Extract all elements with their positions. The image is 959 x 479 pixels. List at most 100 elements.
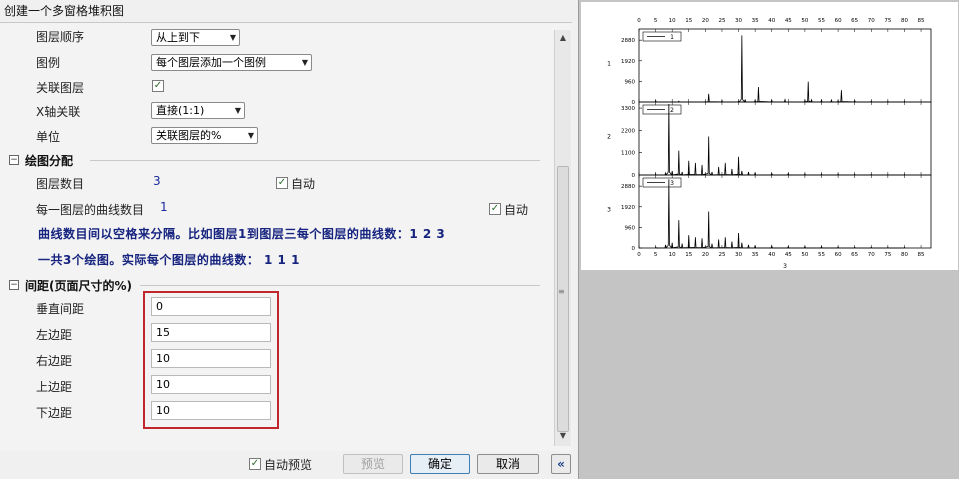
layer-order-value: 从上到下 <box>156 31 200 44</box>
curve-count-value[interactable]: 1 <box>160 200 168 214</box>
x-tick-label-bottom: 85 <box>918 252 925 258</box>
scrollbar-thumb[interactable] <box>557 166 569 432</box>
scroll-up-icon[interactable]: ▲ <box>557 32 569 44</box>
x-axis-label: 3 <box>783 263 787 270</box>
unit-label: 单位 <box>36 130 61 144</box>
layer-count-auto-label: 自动 <box>291 177 316 191</box>
x-tick-label-bottom: 30 <box>735 252 742 258</box>
y-tick-label: 1920 <box>621 205 635 211</box>
y-axis-label: 3 <box>607 207 611 214</box>
ok-button[interactable]: 确定 <box>410 454 470 474</box>
x-tick-label-top: 85 <box>918 18 925 24</box>
x-tick-label-top: 15 <box>685 18 692 24</box>
y-tick-label: 0 <box>632 246 636 252</box>
plot-frame <box>638 174 932 249</box>
x-tick-label-bottom: 55 <box>818 252 825 258</box>
right-margin-label: 右边距 <box>36 354 73 368</box>
y-tick-label: 2880 <box>621 38 635 44</box>
x-tick-label-top: 70 <box>868 18 875 24</box>
bottom-margin-label: 下边距 <box>36 406 73 420</box>
series-line <box>655 35 906 103</box>
unit-value: 关联图层的% <box>156 129 222 142</box>
grip-icon: ≡ <box>558 287 565 296</box>
x-tick-label-top: 25 <box>718 18 725 24</box>
x-tick-label-top: 35 <box>752 18 759 24</box>
stacked-chart: 109601920288010 5 10 15 20 25 30 35 40 45 50 55 60 65… <box>607 18 932 270</box>
x-tick-label-top: 50 <box>801 18 808 24</box>
collapse-icon[interactable]: − <box>9 280 19 290</box>
x-tick-label-top: 45 <box>785 18 792 24</box>
legend-value: 每个图层添加一个图例 <box>156 56 266 69</box>
curve-count-note: 曲线数目间以空格来分隔。比如图层1到图层三每个图层的曲线数：1 2 3 <box>38 227 446 241</box>
layer-count-value[interactable]: 3 <box>153 174 161 188</box>
preview-button[interactable]: 预览 <box>343 454 403 474</box>
y-tick-label: 0 <box>632 173 636 179</box>
series-line <box>655 179 906 249</box>
legend-label: 3 <box>670 180 674 187</box>
link-layers-checkbox[interactable]: ✓ <box>152 80 164 92</box>
scroll-down-icon[interactable]: ▼ <box>557 430 569 442</box>
x-tick-label-top: 0 <box>637 18 641 24</box>
y-tick-label: 3300 <box>621 106 635 112</box>
x-axis-link-value: 直接(1:1) <box>156 104 205 117</box>
chevron-down-icon: ▼ <box>234 106 241 115</box>
x-tick-label-bottom: 45 <box>785 252 792 258</box>
x-tick-label-bottom: 65 <box>851 252 858 258</box>
section-divider <box>90 160 540 161</box>
x-tick-label-top: 5 <box>654 18 658 24</box>
y-axis-label: 1 <box>607 61 611 68</box>
x-tick-label-bottom: 70 <box>868 252 875 258</box>
auto-preview-label: 自动预览 <box>264 458 313 472</box>
y-tick-label: 1920 <box>621 59 635 65</box>
chevron-down-icon: ▼ <box>247 131 254 140</box>
top-margin-label: 上边距 <box>36 380 73 394</box>
section-divider <box>140 285 540 286</box>
x-tick-label-bottom: 20 <box>702 252 709 258</box>
curve-count-auto-label: 自动 <box>504 203 529 217</box>
y-axis-label: 2 <box>607 134 611 141</box>
cancel-button[interactable]: 取消 <box>477 454 539 474</box>
x-tick-label-bottom: 80 <box>901 252 908 258</box>
chevron-down-icon: ▼ <box>229 33 236 42</box>
y-tick-label: 2880 <box>621 184 635 190</box>
collapse-panel-button[interactable]: « <box>551 454 571 474</box>
x-tick-label-bottom: 75 <box>884 252 891 258</box>
layer-count-label: 图层数目 <box>36 177 85 191</box>
x-tick-label-top: 75 <box>884 18 891 24</box>
collapse-icon[interactable]: − <box>9 155 19 165</box>
highlight-box <box>143 291 279 429</box>
preview-canvas: 1 0 960 1920 2880 1 0 5 10 15 20 25 30 35 40 45 50 55 60 65… <box>581 2 958 270</box>
curve-count-label: 每一图层的曲线数目 <box>36 203 145 217</box>
x-tick-label-top: 65 <box>851 18 858 24</box>
link-layers-label: 关联图层 <box>36 81 85 95</box>
x-tick-label-top: 55 <box>818 18 825 24</box>
legend-label: 2 <box>670 107 674 114</box>
x-tick-label-top: 30 <box>735 18 742 24</box>
x-tick-label-bottom: 50 <box>801 252 808 258</box>
x-tick-label-bottom: 25 <box>718 252 725 258</box>
vertical-scrollbar[interactable]: ▲ ≡ ▼ <box>554 30 571 446</box>
plot-frame <box>638 101 932 176</box>
plot-alloc-header: 绘图分配 <box>25 154 74 168</box>
chevron-down-icon: ▼ <box>301 58 308 67</box>
window-title: 创建一个多窗格堆积图 <box>4 4 125 18</box>
series-line <box>655 104 906 176</box>
x-axis-link-select[interactable]: 直接(1:1) ▼ <box>151 102 245 119</box>
x-tick-label-bottom: 15 <box>685 252 692 258</box>
plot-frame <box>638 28 932 103</box>
auto-preview-checkbox[interactable]: ✓ <box>249 458 261 470</box>
y-tick-label: 960 <box>625 79 636 85</box>
unit-select[interactable]: 关联图层的% ▼ <box>151 127 258 144</box>
x-tick-label-top: 10 <box>669 18 676 24</box>
layer-count-auto-checkbox[interactable]: ✓ <box>276 177 288 189</box>
plot-summary-note: 一共3个绘图。实际每个图层的曲线数： 1 1 1 <box>38 253 300 267</box>
curve-count-auto-checkbox[interactable]: ✓ <box>489 203 501 215</box>
x-tick-label-top: 40 <box>768 18 775 24</box>
layer-order-label: 图层顺序 <box>36 30 85 44</box>
x-tick-label-top: 20 <box>702 18 709 24</box>
x-tick-label-bottom: 35 <box>752 252 759 258</box>
layer-order-select[interactable]: 从上到下 ▼ <box>151 29 240 46</box>
legend-select[interactable]: 每个图层添加一个图例 ▼ <box>151 54 312 71</box>
x-tick-label-bottom: 10 <box>669 252 676 258</box>
x-axis-link-label: X轴关联 <box>36 105 81 119</box>
